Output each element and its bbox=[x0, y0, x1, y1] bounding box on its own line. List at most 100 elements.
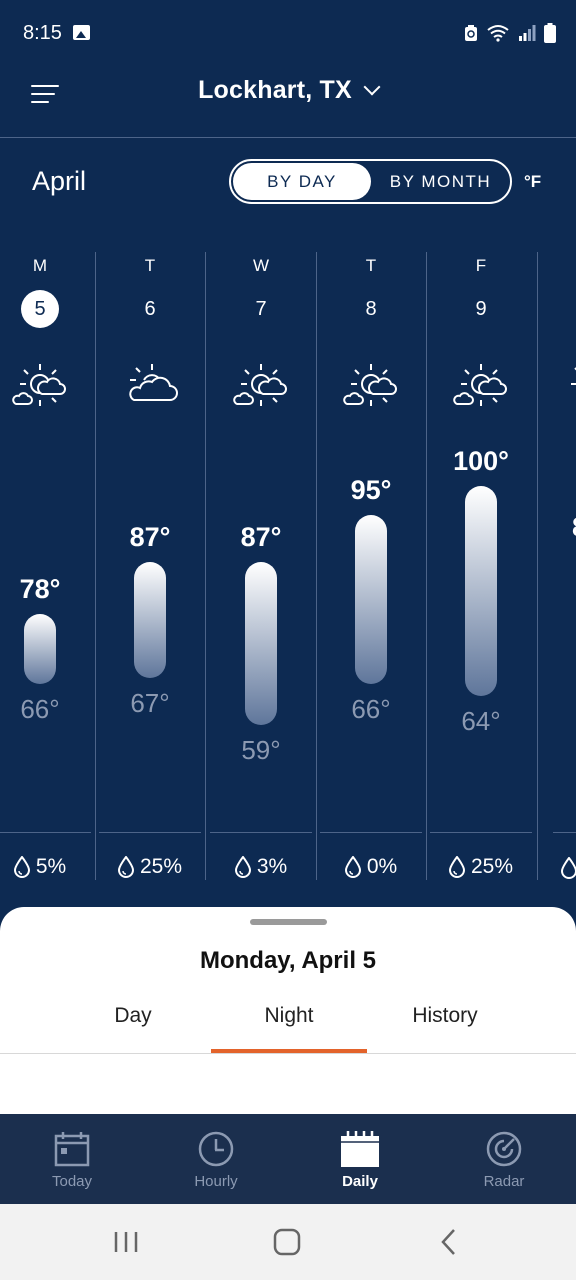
date-number: 8 bbox=[365, 298, 377, 320]
home-button[interactable] bbox=[267, 1222, 307, 1262]
partial-high-temp: 8 bbox=[572, 512, 576, 538]
precip-divider bbox=[210, 832, 312, 833]
wifi-icon bbox=[487, 25, 509, 42]
day-of-week: T bbox=[144, 256, 156, 275]
day-column[interactable]: F 9 100° 64° 25% bbox=[427, 238, 535, 888]
low-temp: 66° bbox=[351, 694, 391, 725]
partial-divider bbox=[553, 832, 576, 833]
column-divider bbox=[205, 252, 206, 880]
precip-value: 25% bbox=[470, 855, 514, 878]
tab-day[interactable]: Day bbox=[55, 985, 211, 1051]
day-column[interactable]: T 6 87° 67° 25% bbox=[96, 238, 204, 888]
high-temp: 87° bbox=[129, 521, 171, 552]
day-of-week: M bbox=[32, 256, 48, 275]
radar-icon bbox=[486, 1131, 522, 1167]
temp-range-bar bbox=[24, 614, 56, 685]
date-number: 6 bbox=[144, 298, 156, 320]
partial-day-column: 8 bbox=[545, 238, 576, 888]
temp-range-bar bbox=[355, 515, 387, 685]
nav-radar-label: Radar bbox=[483, 1173, 525, 1190]
precip-divider bbox=[99, 832, 201, 833]
precip-divider bbox=[320, 832, 422, 833]
tab-night[interactable]: Night bbox=[211, 985, 367, 1051]
nav-daily[interactable]: Daily bbox=[288, 1114, 432, 1204]
calendar-icon bbox=[341, 1131, 379, 1167]
status-bar: 8:15 bbox=[0, 0, 576, 66]
day-column[interactable]: M 5 78° 66° 5% bbox=[0, 238, 94, 888]
nav-today[interactable]: Today bbox=[0, 1114, 144, 1204]
nav-radar[interactable]: Radar bbox=[432, 1114, 576, 1204]
temp-range-bar bbox=[245, 561, 277, 725]
view-toggle: BY DAY BY MONTH bbox=[229, 159, 512, 204]
day-column[interactable]: T 8 95° 66° 0% bbox=[317, 238, 425, 888]
back-button[interactable] bbox=[429, 1222, 469, 1262]
bottom-navigation: Today Hourly Daily Radar bbox=[0, 1114, 576, 1204]
location-name: Lockhart, TX bbox=[198, 76, 352, 104]
date-number: 9 bbox=[475, 298, 487, 320]
temp-range-bar bbox=[465, 486, 497, 696]
precip-divider bbox=[430, 832, 532, 833]
drop-icon bbox=[561, 857, 576, 879]
drop-icon bbox=[448, 856, 465, 878]
status-time: 8:15 bbox=[23, 22, 62, 44]
drop-icon bbox=[13, 856, 30, 878]
day-column[interactable]: W 7 87° 59° 3% bbox=[207, 238, 315, 888]
partly-cloudy-icon bbox=[453, 364, 507, 406]
precip-value: 3% bbox=[256, 855, 288, 878]
partly-cloudy-icon bbox=[12, 364, 66, 406]
nav-today-label: Today bbox=[51, 1173, 93, 1190]
precip-chance: 5% bbox=[0, 855, 94, 879]
partly-cloudy-icon bbox=[571, 367, 576, 385]
view-controls: April BY DAY BY MONTH °F bbox=[0, 138, 576, 238]
precip-divider bbox=[0, 832, 91, 833]
day-detail-sheet[interactable]: Monday, April 5 Day Night History bbox=[0, 907, 576, 1114]
nav-daily-label: Daily bbox=[342, 1173, 378, 1190]
high-temp: 87° bbox=[240, 521, 282, 552]
battery-saver-icon bbox=[465, 25, 477, 41]
sheet-title: Monday, April 5 bbox=[199, 947, 376, 974]
by-day-button[interactable]: BY DAY bbox=[233, 163, 371, 200]
precip-chance: 25% bbox=[427, 855, 535, 879]
tab-history[interactable]: History bbox=[367, 985, 523, 1051]
column-divider bbox=[537, 252, 538, 880]
app-header: Lockhart, TX bbox=[0, 66, 576, 138]
mostly-cloudy-icon bbox=[129, 364, 178, 401]
precip-value: 0% bbox=[366, 855, 398, 878]
chevron-down-icon bbox=[363, 78, 381, 96]
by-month-button[interactable]: BY MONTH bbox=[373, 163, 508, 200]
month-label: April bbox=[32, 166, 87, 196]
low-temp: 67° bbox=[130, 688, 170, 719]
sheet-divider bbox=[0, 1053, 576, 1054]
precip-chance: 0% bbox=[317, 855, 425, 879]
drop-icon bbox=[234, 856, 251, 878]
unit-toggle[interactable]: °F bbox=[524, 172, 541, 192]
recent-apps-button[interactable] bbox=[106, 1222, 146, 1262]
clock-icon bbox=[198, 1131, 234, 1167]
low-temp: 66° bbox=[20, 694, 60, 725]
signal-icon bbox=[519, 25, 536, 41]
nav-hourly-label: Hourly bbox=[194, 1173, 238, 1190]
drop-icon bbox=[344, 856, 361, 878]
low-temp: 59° bbox=[241, 735, 281, 765]
partly-cloudy-icon bbox=[233, 364, 287, 406]
battery-icon bbox=[544, 23, 556, 43]
nav-hourly[interactable]: Hourly bbox=[144, 1114, 288, 1204]
precip-chance: 3% bbox=[207, 855, 315, 879]
daily-forecast[interactable]: 8 M 5 78° 66° 5% T 6 87° 67° 25% W 7 87° 59° 3% T 8 95° 66… bbox=[0, 238, 576, 888]
precip-value: 5% bbox=[35, 855, 67, 878]
precip-value: 25% bbox=[139, 855, 183, 878]
partly-cloudy-icon bbox=[343, 364, 397, 406]
status-icons bbox=[464, 22, 556, 44]
location-selector[interactable]: Lockhart, TX bbox=[0, 76, 576, 105]
high-temp: 95° bbox=[350, 475, 392, 506]
selected-date: 5 bbox=[21, 290, 59, 328]
sheet-drag-handle[interactable] bbox=[250, 919, 327, 925]
day-of-week: W bbox=[252, 256, 270, 275]
drop-icon bbox=[117, 856, 134, 878]
system-navigation-bar bbox=[0, 1204, 576, 1280]
low-temp: 64° bbox=[461, 705, 501, 736]
calendar-day-icon bbox=[54, 1132, 90, 1167]
day-of-week: F bbox=[475, 256, 487, 275]
date-number: 7 bbox=[255, 298, 267, 320]
day-of-week: T bbox=[365, 256, 377, 275]
